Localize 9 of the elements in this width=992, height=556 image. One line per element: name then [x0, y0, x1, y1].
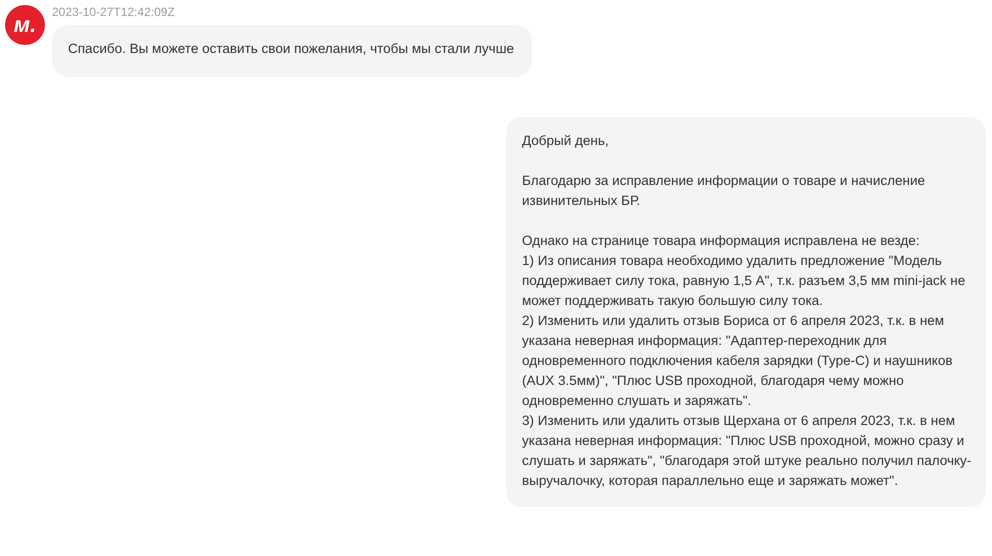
message-timestamp: 2023-10-27T12:42:09Z [52, 5, 176, 20]
message-text: 2) Изменить или удалить отзыв Бориса от 6 апреля 2023, т.к. в нем указана неверная информация: "Адаптер-переходник для одновременного подключения кабеля зарядки (Type-C) и наушников (AUX 3.5мм)", "Плюс USB проходной, благодаря чему можно одновременно слушать и заряжать". [522, 312, 954, 410]
message-text: Благодарю за исправление информации о товаре и начисление извинительных БР. [522, 172, 926, 210]
avatar-logo: м. [5, 5, 45, 45]
message-text: 3) Изменить или удалить отзыв Щерхана от 6 апреля 2023, т.к. в нем указана неверная информация: "Плюс USB проходной, можно сразу и слушать и заряжать", "благодаря этой штуке реально получил палочку-выручалочку, которая параллельно еще и заряжать может". [522, 412, 972, 490]
message-text: Добрый день, [522, 132, 610, 150]
message-text: Однако на странице товара информация исправлена не везде: [522, 232, 920, 250]
message-text: 1) Из описания товара необходимо удалить предложение "Модель поддерживает силу тока, равную 1,5 А", т.к. разъем 3,5 мм mini-jack не может поддерживать такую большую силу тока. [522, 252, 966, 310]
message-text: Спасибо. Вы можете оставить свои пожелания, чтобы мы стали лучше [68, 40, 516, 58]
